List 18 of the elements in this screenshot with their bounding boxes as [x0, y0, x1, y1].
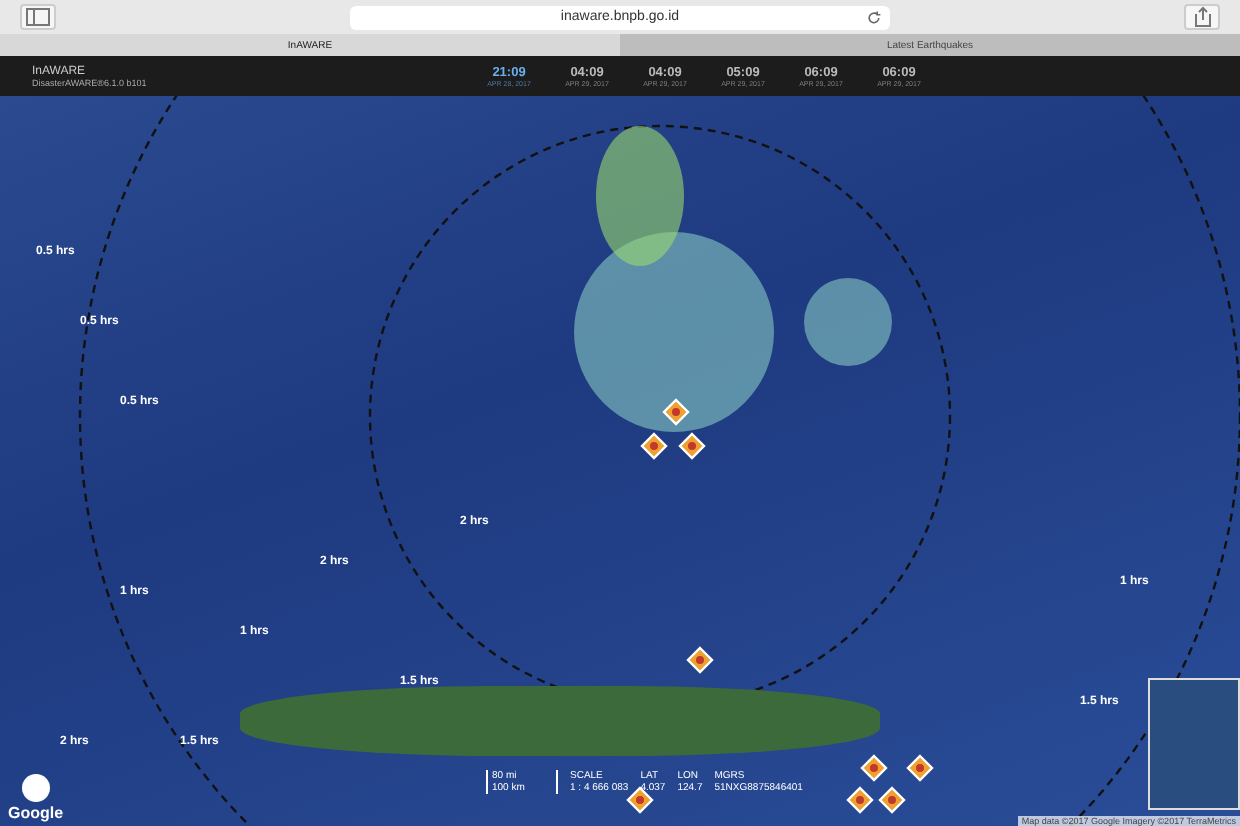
earthquake-icon[interactable] [878, 786, 906, 814]
reload-icon[interactable] [866, 9, 882, 25]
share-icon [1193, 6, 1211, 28]
earthquake-icon[interactable] [846, 786, 874, 814]
earthquake-icon[interactable] [678, 432, 706, 460]
earthquake-icon[interactable] [906, 754, 934, 782]
hazard-area [596, 126, 684, 266]
overview-map[interactable] [1148, 678, 1240, 810]
share-button[interactable] [1184, 4, 1220, 30]
impact-zone [804, 278, 892, 366]
earthquake-icon[interactable] [860, 754, 888, 782]
sidebar-icon [26, 8, 50, 26]
google-logo: Google [8, 804, 64, 822]
earthquake-icon[interactable] [626, 786, 654, 814]
sidebar-button[interactable] [20, 4, 56, 30]
earthquake-icon[interactable] [662, 398, 690, 426]
earthquake-icon[interactable] [686, 646, 714, 674]
earthquake-icon[interactable] [640, 432, 668, 460]
